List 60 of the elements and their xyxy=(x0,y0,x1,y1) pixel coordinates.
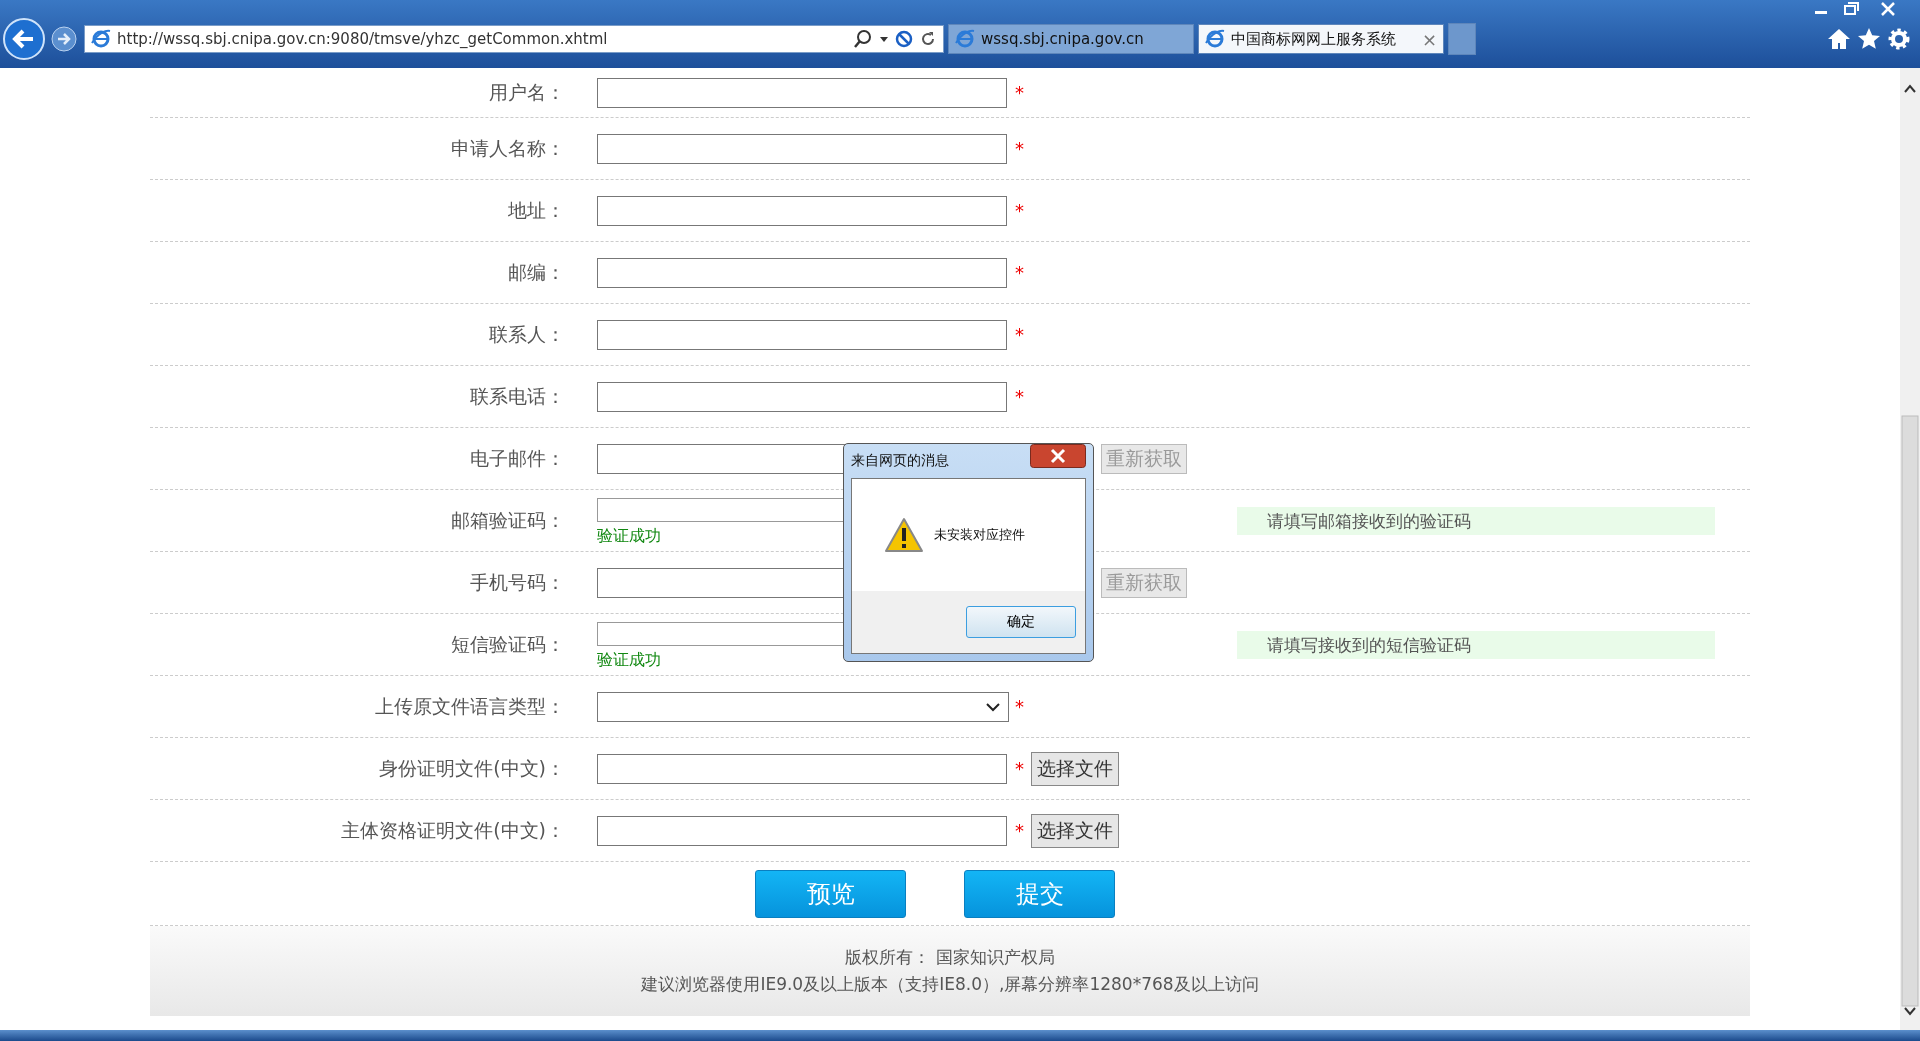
scrollbar-drawing[interactable] xyxy=(1900,68,1920,1030)
required-mark: * xyxy=(1015,82,1025,103)
warning-icon xyxy=(884,517,924,553)
browser-logo-icon xyxy=(955,29,975,49)
required-mark: * xyxy=(1015,324,1025,345)
field-label: 邮箱验证码： xyxy=(450,507,565,533)
input-field[interactable] xyxy=(597,753,1007,784)
tab-close-button[interactable]: × xyxy=(1421,28,1437,50)
required-mark: * xyxy=(1015,696,1025,717)
settings-icon[interactable] xyxy=(1886,26,1912,52)
choose-file-button[interactable]: 选择文件 xyxy=(1031,813,1119,848)
choose-file-button[interactable]: 选择文件 xyxy=(1031,751,1119,786)
input-field[interactable] xyxy=(597,319,1007,350)
input-field[interactable] xyxy=(597,815,1007,846)
field-label: 短信验证码： xyxy=(450,631,565,657)
input-field[interactable] xyxy=(597,195,1007,226)
search-icon[interactable] xyxy=(853,29,873,49)
required-mark: * xyxy=(1015,200,1025,221)
browser-logo-icon xyxy=(91,29,111,49)
field-label: 手机号码： xyxy=(469,569,565,595)
hint-text: 请填写邮箱接收到的验证码 xyxy=(1237,506,1715,535)
required-mark: * xyxy=(1015,386,1025,407)
footer-text: 建议浏览器使用IE9.0及以上版本（支持IE8.0）,屏幕分辨率1280*768及以上访问 xyxy=(641,973,1259,996)
field-label: 联系电话： xyxy=(469,383,565,409)
ok-button[interactable]: 确定 xyxy=(966,606,1076,638)
chevron-down-icon xyxy=(986,701,1000,712)
close-icon[interactable] xyxy=(1030,444,1086,468)
field-label: 电子邮件： xyxy=(469,445,565,471)
refresh-icon[interactable] xyxy=(919,30,937,48)
required-mark: * xyxy=(1015,138,1025,159)
url-text: http://wssq.sbj.cnipa.gov.cn:9080/tmsve/yhzc_getCommon.xhtml xyxy=(117,30,609,48)
required-mark: * xyxy=(1015,758,1025,779)
browser-tab[interactable]: wssq.sbj.cnipa.gov.cn xyxy=(948,24,1194,54)
home-icon[interactable] xyxy=(1826,26,1852,52)
footer-text: 版权所有： 国家知识产权局 xyxy=(845,946,1055,969)
browser-tab[interactable]: 中国商标网网上服务系统 × xyxy=(1198,24,1444,54)
field-label: 上传原文件语言类型： xyxy=(374,693,565,719)
required-mark: * xyxy=(1015,262,1025,283)
address-bar[interactable]: http://wssq.sbj.cnipa.gov.cn:9080/tmsve/yhzc_getCommon.xhtml xyxy=(84,25,944,53)
field-label: 身份证明文件(中文)： xyxy=(378,755,565,781)
status-text: 验证成功 xyxy=(597,526,661,547)
dialog-message: 未安装对应控件 xyxy=(934,526,1025,544)
field-label: 申请人名称： xyxy=(450,135,565,161)
star-icon[interactable] xyxy=(1856,26,1882,52)
input-field[interactable] xyxy=(597,77,1007,108)
field-label: 联系人： xyxy=(488,321,565,347)
status-text: 验证成功 xyxy=(597,650,661,671)
required-mark: * xyxy=(1015,820,1025,841)
field-label: 邮编： xyxy=(507,259,565,285)
field-label: 用户名： xyxy=(488,79,565,105)
stop-icon[interactable] xyxy=(895,30,913,48)
input-field[interactable] xyxy=(597,381,1007,412)
input-field[interactable] xyxy=(597,257,1007,288)
field-label: 主体资格证明文件(中文)： xyxy=(340,817,565,843)
field-label: 地址： xyxy=(507,197,565,223)
hint-text: 请填写接收到的短信验证码 xyxy=(1237,630,1715,659)
language-select[interactable] xyxy=(597,691,1009,722)
dialog-title: 来自网页的消息 xyxy=(851,452,949,470)
browser-logo-icon xyxy=(1205,29,1225,49)
input-field[interactable] xyxy=(597,133,1007,164)
